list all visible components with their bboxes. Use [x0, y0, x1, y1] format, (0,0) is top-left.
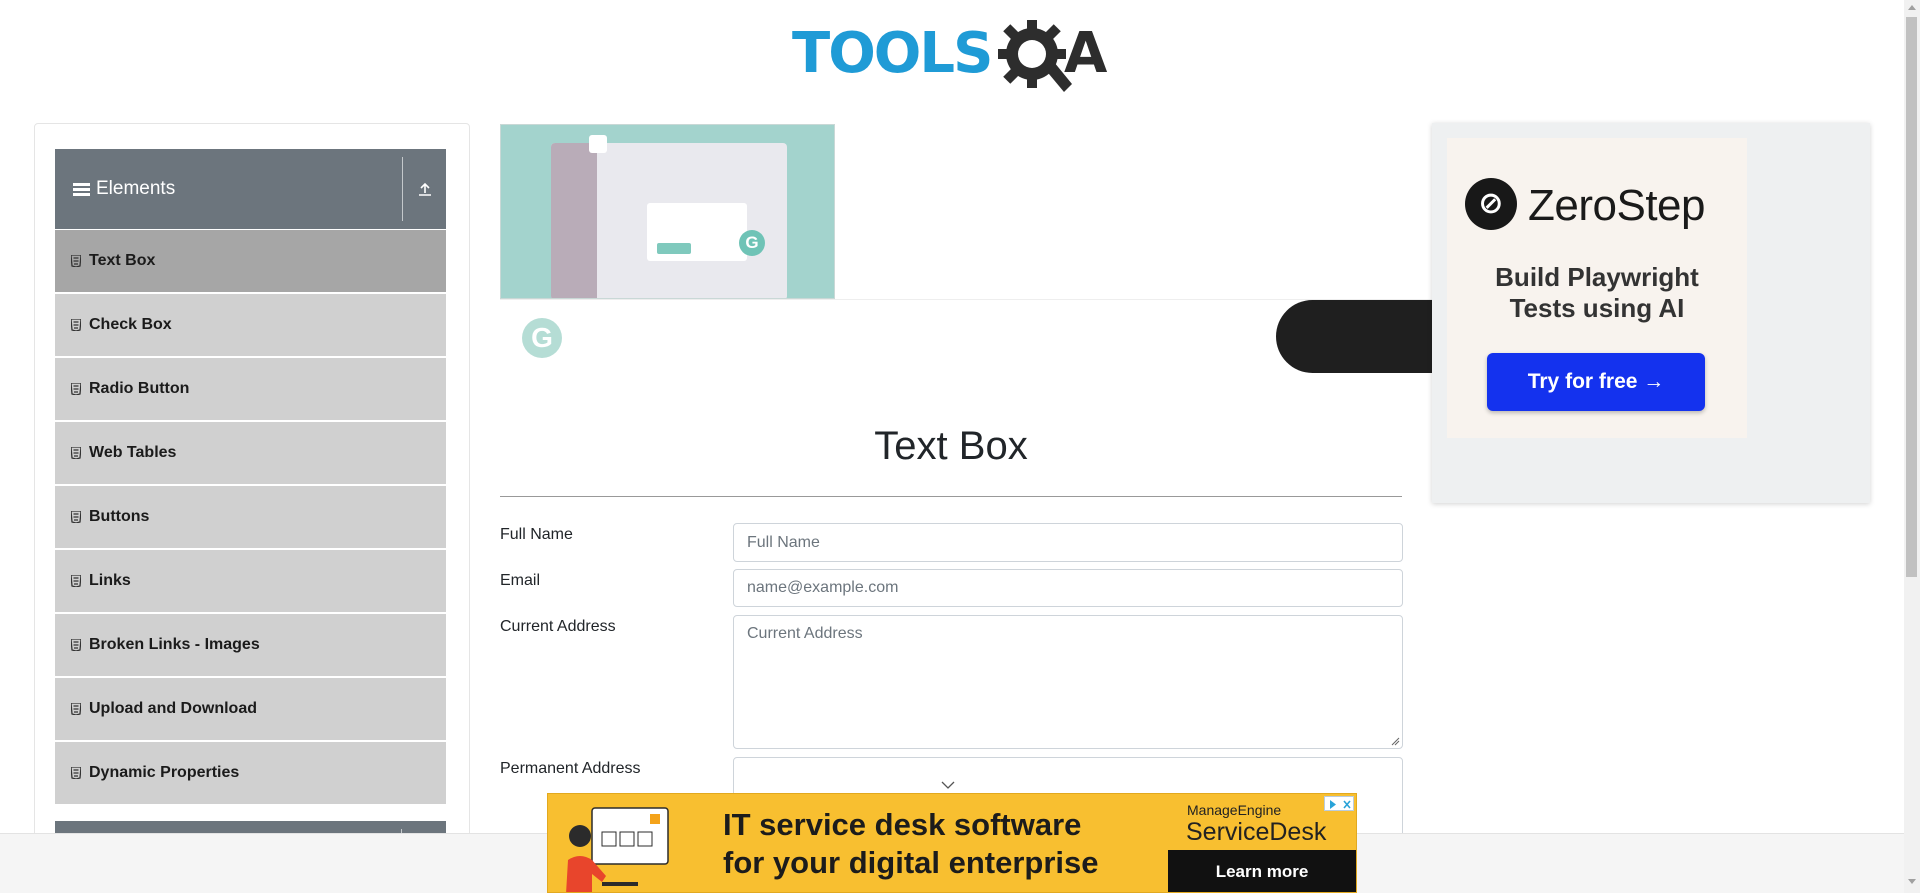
banner-divider — [500, 299, 1436, 300]
scroll-up-arrow-icon[interactable] — [1908, 4, 1916, 10]
ad-illustration-icon — [566, 807, 669, 892]
logo-gear-icon — [998, 20, 1072, 92]
collapse-button[interactable] — [402, 157, 446, 221]
sidebar-item-label: Buttons — [89, 508, 150, 525]
html-file-icon — [71, 447, 81, 459]
html-file-icon — [71, 511, 81, 523]
mock-app-window — [551, 143, 787, 298]
ad-headline-line1: IT service desk software — [723, 807, 1082, 842]
logo-suffix: A — [1064, 21, 1108, 86]
zerostep-tagline-line1: Build Playwright — [1495, 262, 1699, 292]
grammarly-icon: G — [739, 230, 765, 256]
html-file-icon — [71, 575, 81, 587]
sidebar-item-label: Broken Links - Images — [89, 636, 260, 653]
sidebar-item-buttons[interactable]: Buttons — [55, 486, 446, 549]
ad-brand-company: ManageEngine — [1187, 802, 1282, 818]
zerostep-ad[interactable]: ⊘ ZeroStep Build Playwright Tests using … — [1432, 123, 1870, 503]
html-file-icon — [71, 319, 81, 331]
collapse-up-icon — [418, 182, 431, 196]
ad-headline-line2: for your digital enterprise — [723, 845, 1099, 880]
html-file-icon — [71, 255, 81, 267]
title-divider — [500, 496, 1402, 497]
sidebar-item-check-box[interactable]: Check Box — [55, 294, 446, 357]
html-file-icon — [71, 639, 81, 651]
html-file-icon — [71, 767, 81, 779]
sidebar-item-links[interactable]: Links — [55, 550, 446, 613]
scrollbar-thumb[interactable] — [1906, 17, 1917, 577]
sidebar-item-label: Web Tables — [89, 444, 177, 461]
html-file-icon — [71, 703, 81, 715]
zerostep-tagline: Build Playwright Tests using AI — [1447, 262, 1747, 324]
chevron-down-icon — [941, 781, 955, 789]
full-name-input[interactable]: Full Name — [733, 523, 1403, 562]
zerostep-ad-card: ⊘ ZeroStep Build Playwright Tests using … — [1447, 138, 1747, 438]
sidebar-item-label: Check Box — [89, 316, 172, 333]
banner-ad[interactable]: G G — [500, 124, 1436, 374]
email-label: Email — [500, 572, 541, 589]
sidebar-item-label: Dynamic Properties — [89, 764, 240, 781]
hamburger-icon — [73, 182, 90, 196]
toolsqa-logo[interactable]: TOOLS A — [790, 14, 1114, 94]
mock-button — [657, 243, 691, 254]
adchoices-icon[interactable] — [1324, 796, 1354, 811]
sidebar-item-text-box[interactable]: Text Box — [55, 230, 446, 293]
banner-ad-image: G — [500, 124, 835, 299]
menu-group-elements: Elements Text Box Check Box Radio Button… — [55, 149, 446, 805]
zerostep-tagline-line2: Tests using AI — [1509, 293, 1685, 323]
html-file-icon — [71, 383, 81, 395]
current-address-textarea[interactable]: Current Address — [733, 615, 1403, 749]
slack-icon — [589, 135, 607, 153]
sidebar-item-label: Links — [89, 572, 131, 589]
email-input[interactable]: name@example.com — [733, 569, 1403, 607]
current-address-placeholder: Current Address — [747, 625, 863, 642]
full-name-label: Full Name — [500, 526, 573, 543]
permanent-address-label: Permanent Address — [500, 760, 641, 777]
sidebar-item-label: Upload and Download — [89, 700, 257, 717]
resize-grip-icon[interactable] — [1391, 737, 1400, 746]
banner-cta-button[interactable] — [1276, 300, 1436, 373]
sidebar-item-label: Radio Button — [89, 380, 190, 397]
zerostep-logo-icon: ⊘ — [1465, 178, 1517, 230]
elements-group-title: Elements — [96, 178, 176, 199]
grammarly-logo-icon: G — [522, 318, 562, 358]
sidebar-item-web-tables[interactable]: Web Tables — [55, 422, 446, 485]
sidebar-item-radio-button[interactable]: Radio Button — [55, 358, 446, 421]
ad-headline: IT service desk software for your digita… — [723, 806, 1099, 882]
scroll-down-arrow-icon[interactable] — [1908, 879, 1916, 885]
sidebar-item-label: Text Box — [89, 252, 156, 269]
page-title: Text Box — [874, 424, 1028, 468]
current-address-label: Current Address — [500, 618, 616, 635]
sidebar-item-dynamic-properties[interactable]: Dynamic Properties — [55, 742, 446, 805]
learn-more-button[interactable]: Learn more — [1168, 850, 1356, 892]
sidebar-item-upload-download[interactable]: Upload and Download — [55, 678, 446, 741]
zerostep-brand: ZeroStep — [1528, 181, 1705, 230]
mock-sidebar — [551, 143, 597, 298]
sidebar-item-broken-links[interactable]: Broken Links - Images — [55, 614, 446, 677]
logo-text: TOOLS — [792, 21, 993, 86]
try-for-free-button[interactable]: Try for free → — [1487, 353, 1705, 411]
servicedesk-ad[interactable]: IT service desk software for your digita… — [547, 793, 1357, 893]
elements-group-header[interactable]: Elements — [55, 149, 446, 229]
